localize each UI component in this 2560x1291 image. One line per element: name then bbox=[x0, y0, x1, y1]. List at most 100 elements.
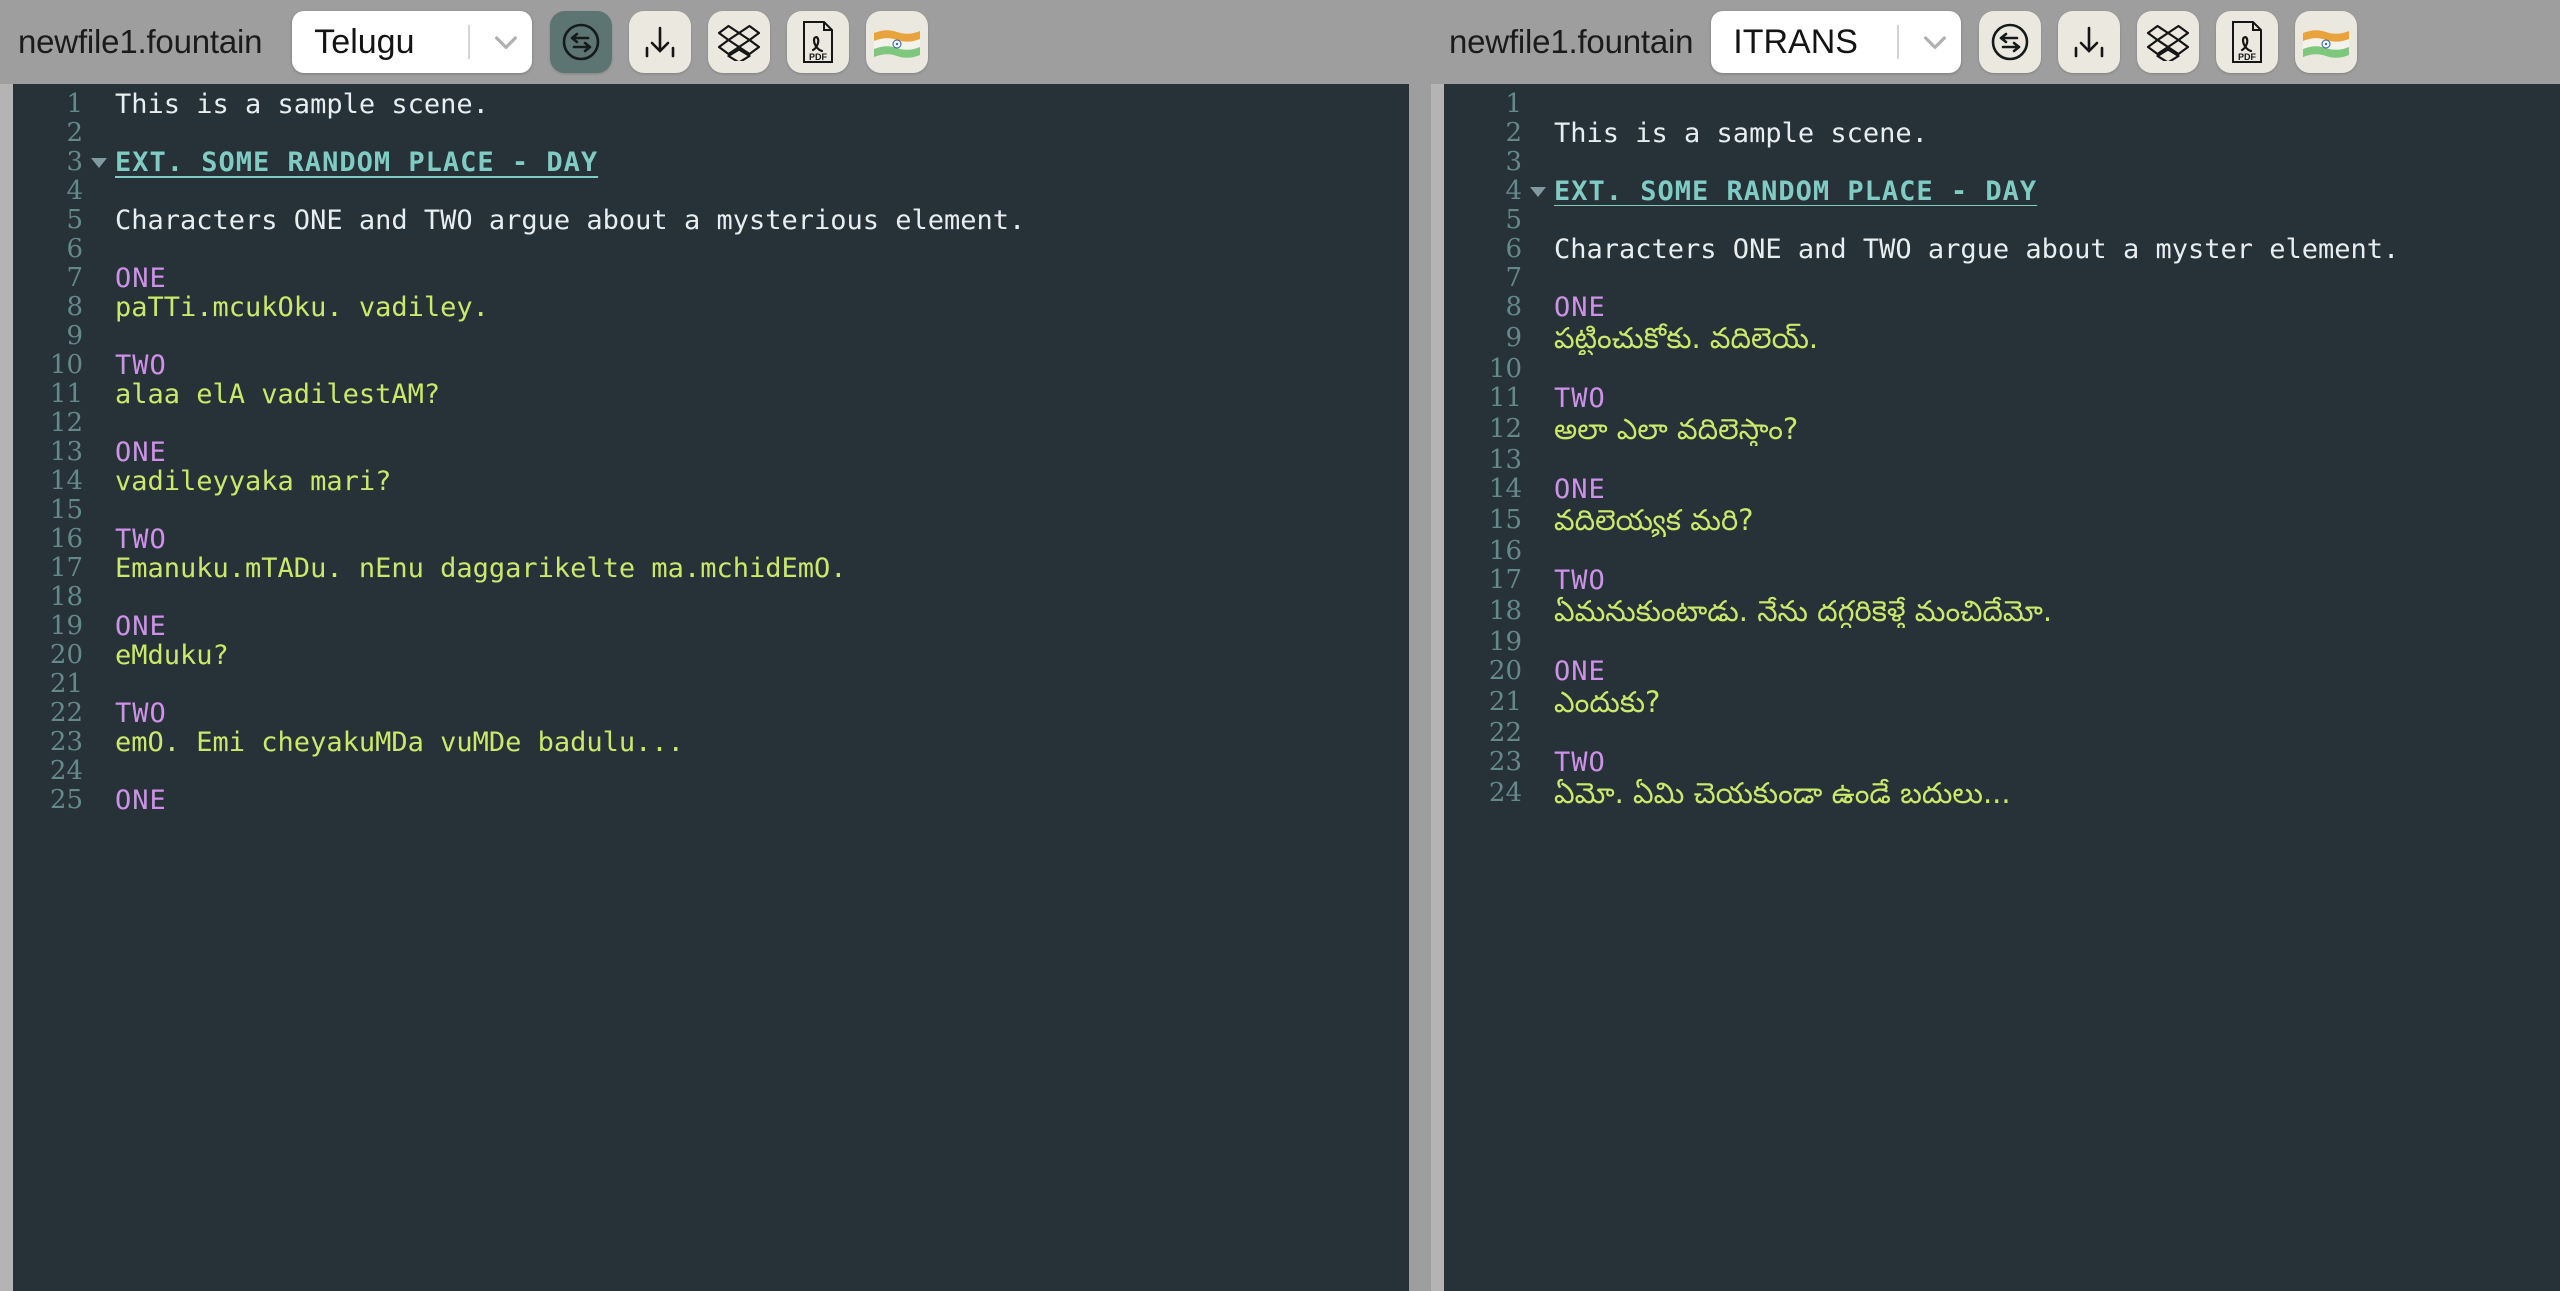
code-line[interactable]: 22 TWO bbox=[13, 698, 1409, 729]
line-number: 13 bbox=[49, 437, 83, 467]
code-line[interactable]: 24 bbox=[13, 757, 1409, 786]
vertical-scrollbar-left[interactable] bbox=[0, 84, 13, 1291]
code-line[interactable]: 5 Characters ONE and TWO argue about a my… bbox=[13, 206, 1409, 236]
code-line[interactable]: 18 bbox=[13, 583, 1409, 612]
fold-triangle-icon[interactable] bbox=[1528, 177, 1548, 198]
chevron-down-icon[interactable] bbox=[1913, 20, 1957, 64]
download-icon[interactable] bbox=[2058, 11, 2121, 73]
code-line[interactable]: 20 ONE bbox=[1444, 657, 2560, 686]
code-line[interactable]: 13 ONE bbox=[13, 437, 1409, 468]
code-line[interactable]: 23 TWO bbox=[1444, 748, 2560, 777]
code-line[interactable]: 17 Emanuku.mTADu. nEnu daggarikelte ma.mc… bbox=[13, 553, 1409, 584]
line-number: 22 bbox=[49, 698, 83, 728]
code-line-text bbox=[1548, 264, 2560, 293]
code-line[interactable]: 8 ONE bbox=[1444, 293, 2560, 322]
code-line[interactable]: 14 ONE bbox=[1444, 475, 2560, 504]
code-line[interactable]: 4 EXT. SOME RANDOM PLACE - DAY bbox=[1444, 177, 2560, 206]
code-line-text bbox=[1548, 90, 2560, 119]
code-line[interactable]: 11 TWO bbox=[1444, 384, 2560, 413]
code-line[interactable]: 9 bbox=[13, 322, 1409, 351]
line-number: 17 bbox=[49, 553, 83, 583]
pdf-icon[interactable]: PDF bbox=[2216, 11, 2279, 73]
code-line[interactable]: 16 bbox=[1444, 537, 2560, 566]
code-line-text bbox=[109, 496, 1409, 525]
code-line[interactable]: 24 ఏమో. ఏమి చెయకుండా ఉండే బదులు... bbox=[1444, 777, 2560, 810]
code-line[interactable]: 12 bbox=[13, 409, 1409, 438]
code-line[interactable]: 9 పట్టించుకోకు. వదిలెయ్. bbox=[1444, 322, 2560, 355]
fold-triangle-icon[interactable] bbox=[89, 148, 109, 169]
code-line-text: వదిలెయ్యక మరి? bbox=[1554, 504, 1754, 537]
code-line[interactable]: 25 ONE bbox=[13, 786, 1409, 816]
code-line[interactable]: 11 alaa elA vadilestAM? bbox=[13, 380, 1409, 410]
code-line-text: TWO bbox=[115, 350, 167, 381]
code-line[interactable]: 4 bbox=[13, 177, 1409, 206]
code-line[interactable]: 1 bbox=[1444, 90, 2560, 119]
code-line[interactable]: 2 bbox=[13, 119, 1409, 148]
code-line-text bbox=[109, 757, 1409, 786]
code-line[interactable]: 3 EXT. SOME RANDOM PLACE - DAY bbox=[13, 148, 1409, 178]
code-line[interactable]: 19 ONE bbox=[13, 612, 1409, 642]
script-select-right[interactable]: ITRANS bbox=[1711, 11, 1962, 73]
transliterate-swap-icon[interactable] bbox=[550, 11, 613, 73]
code-line[interactable]: 18 ఏమనుకుంటాడు. నేను దగ్గరికెళ్తే మంచిదేమ… bbox=[1444, 595, 2560, 628]
line-number: 16 bbox=[49, 524, 83, 554]
code-line[interactable]: 22 bbox=[1444, 719, 2560, 748]
code-line[interactable]: 16 TWO bbox=[13, 524, 1409, 555]
code-line[interactable]: 14 vadileyyaka mari? bbox=[13, 467, 1409, 497]
code-line[interactable]: 17 TWO bbox=[1444, 566, 2560, 595]
code-line[interactable]: 19 bbox=[1444, 628, 2560, 657]
code-line[interactable]: 8 paTTi.mcukOku. vadiley. bbox=[13, 293, 1409, 323]
code-lines-right[interactable]: 1 2 This is a sample scene. 3 4 EXT. SOME R… bbox=[1444, 84, 2560, 1291]
pdf-icon[interactable]: PDF bbox=[787, 11, 850, 73]
svg-text:PDF: PDF bbox=[2238, 52, 2257, 62]
code-editor-right[interactable]: 1 2 This is a sample scene. 3 4 EXT. SOME R… bbox=[1431, 84, 2560, 1291]
india-flag-icon[interactable] bbox=[2295, 11, 2358, 73]
code-line[interactable]: 2 This is a sample scene. bbox=[1444, 119, 2560, 148]
code-line[interactable]: 21 bbox=[13, 670, 1409, 699]
dropbox-icon[interactable] bbox=[2137, 11, 2200, 73]
dropbox-icon[interactable] bbox=[708, 11, 771, 73]
code-line-text: ఏమనుకుంటాడు. నేను దగ్గరికెళ్తే మంచిదేమో. bbox=[1554, 595, 2053, 628]
code-line[interactable]: 23 emO. Emi cheyakuMDa vuMDe badulu... bbox=[13, 728, 1409, 758]
line-number: 6 bbox=[1505, 235, 1522, 264]
code-line[interactable]: 7 ONE bbox=[13, 264, 1409, 294]
code-line[interactable]: 12 అలా ఎలా వదిలెస్తాం? bbox=[1444, 413, 2560, 446]
script-select-left[interactable]: Telugu bbox=[292, 11, 533, 73]
code-line[interactable]: 13 bbox=[1444, 446, 2560, 475]
vertical-scrollbar-right[interactable] bbox=[1431, 84, 1444, 1291]
code-lines-left[interactable]: 1 This is a sample scene. 2 3 EXT. SOME RAN… bbox=[13, 84, 1409, 1291]
code-line[interactable]: 3 bbox=[1444, 148, 2560, 177]
code-line[interactable]: 10 bbox=[1444, 355, 2560, 384]
code-line[interactable]: 1 This is a sample scene. bbox=[13, 89, 1409, 120]
code-editor-left[interactable]: 1 This is a sample scene. 2 3 EXT. SOME RAN… bbox=[0, 84, 1409, 1291]
code-line[interactable]: 5 bbox=[1444, 206, 2560, 235]
india-flag-icon[interactable] bbox=[866, 11, 929, 73]
code-line-text: ONE bbox=[115, 437, 167, 468]
code-line[interactable]: 21 ఎందుకు? bbox=[1444, 686, 2560, 719]
code-line[interactable]: 6 bbox=[13, 235, 1409, 264]
code-line[interactable]: 15 వదిలెయ్యక మరి? bbox=[1444, 504, 2560, 537]
code-line[interactable]: 20 eMduku? bbox=[13, 641, 1409, 671]
line-number: 11 bbox=[1488, 384, 1522, 413]
transliterate-swap-icon[interactable] bbox=[1979, 11, 2042, 73]
code-line[interactable]: 6 Characters ONE and TWO argue about a my… bbox=[1444, 235, 2560, 264]
code-line[interactable]: 7 bbox=[1444, 264, 2560, 293]
code-line[interactable]: 10 TWO bbox=[13, 350, 1409, 381]
line-number: 1 bbox=[66, 89, 83, 119]
code-line[interactable]: 15 bbox=[13, 496, 1409, 525]
chevron-down-icon[interactable] bbox=[484, 20, 528, 64]
download-icon[interactable] bbox=[629, 11, 692, 73]
line-number: 10 bbox=[1488, 355, 1522, 384]
code-line-text: Emanuku.mTADu. nEnu daggarikelte ma.mchi… bbox=[115, 553, 847, 584]
